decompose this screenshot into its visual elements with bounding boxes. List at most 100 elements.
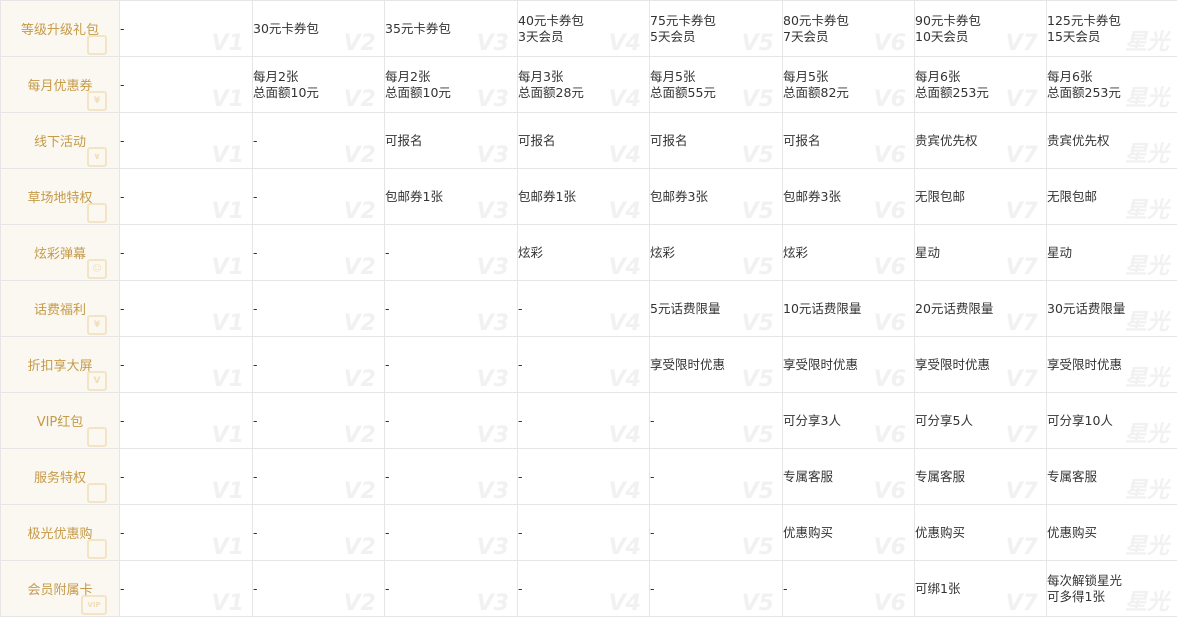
level-cell: - V5 [649, 392, 783, 449]
row-label-cell: 话费福利 ¥ [0, 280, 120, 337]
level-cell: - V3 [384, 392, 518, 449]
level-cell: - V5 [649, 504, 783, 561]
table-row: 等级升级礼包 - V1 30元卡券包 V2 35元卡券包 V3 40元卡券包 3天会员 V4 75… [0, 0, 1177, 57]
row-label-cell: 每月优惠券 ¥ [0, 56, 120, 113]
level-cell: 专属客服 V7 [914, 448, 1047, 505]
benefit-value: - [253, 524, 258, 540]
benefit-value: - [120, 76, 125, 92]
benefit-value: - [120, 20, 125, 36]
table-row: 会员附属卡 VIP - V1- V2- V3- V4- V5- V6 可绑1张 V7 每次解锁星光 可… [0, 560, 1177, 617]
benefit-value: 可分享10人 [1047, 412, 1113, 428]
table-row: 线下活动 ∨ - V1- V2 可报名 V3 可报名 V4 可报名 V5 可报名 V6 贵宾优先权 V7 贵宾… [0, 112, 1177, 169]
level-cell: 30元卡券包 V2 [252, 0, 385, 57]
level-cell: - V4 [517, 280, 650, 337]
level-cell: - V4 [517, 392, 650, 449]
level-cell: - V2 [252, 168, 385, 225]
level-cell: - V1 [119, 280, 253, 337]
benefit-value: - [253, 300, 258, 316]
benefit-value: - [650, 580, 655, 596]
tv-screen-icon: V [87, 371, 107, 391]
benefit-value: 20元话费限量 [915, 300, 994, 316]
gift-icon [87, 35, 107, 55]
benefit-name: 线下活动 [33, 135, 86, 150]
benefit-value: 享受限时优惠 [1047, 356, 1123, 372]
level-cell: 可报名 V6 [782, 112, 915, 169]
benefit-value: - [385, 468, 390, 484]
benefit-value: - [650, 468, 655, 484]
level-cell: 可报名 V3 [384, 112, 518, 169]
phone-credit-icon: ¥ [87, 315, 107, 335]
benefit-value: - [518, 580, 523, 596]
row-label-cell: 等级升级礼包 [0, 0, 120, 57]
level-cell: 80元卡券包 7天会员 V6 [782, 0, 915, 57]
benefit-value: 无限包邮 [1047, 188, 1098, 204]
benefit-value: 炫彩 [650, 244, 676, 260]
benefit-value: 每月5张 总面额55元 [650, 68, 716, 100]
level-cell: - V2 [252, 112, 385, 169]
level-cell: 30元话费限量 星光 [1046, 280, 1177, 337]
shopping-bag-icon [87, 203, 107, 223]
benefit-value: - [120, 356, 125, 372]
level-cell: 35元卡券包 V3 [384, 0, 518, 57]
benefit-value: - [120, 412, 125, 428]
table-row: 极光优惠购 - V1- V2- V3- V4- V5 优惠购买 V6 优惠购买 V7 优惠购买 星光 [0, 504, 1177, 561]
benefit-value: 每月3张 总面额28元 [518, 68, 584, 100]
row-label-cell: 折扣享大屏 V [0, 336, 120, 393]
level-cell: 炫彩 V6 [782, 224, 915, 281]
level-cell: 优惠购买 V6 [782, 504, 915, 561]
level-cell: - V1 [119, 56, 253, 113]
level-cell: - V1 [119, 392, 253, 449]
benefit-value: - [385, 524, 390, 540]
benefit-value: 包邮券1张 [518, 188, 576, 204]
level-cell: 包邮券3张 V6 [782, 168, 915, 225]
level-cell: - V4 [517, 336, 650, 393]
level-cell: 享受限时优惠 V5 [649, 336, 783, 393]
benefit-name: 会员附属卡 [27, 583, 93, 598]
benefit-value: - [120, 524, 125, 540]
level-cell: - V2 [252, 392, 385, 449]
benefit-value: 星动 [1047, 244, 1073, 260]
level-cell: - V2 [252, 280, 385, 337]
benefit-name: 每月优惠券 [27, 79, 93, 94]
benefit-value: 5元话费限量 [650, 300, 721, 316]
red-envelope-icon [87, 427, 107, 447]
level-cell: 10元话费限量 V6 [782, 280, 915, 337]
level-cell: 包邮券1张 V4 [517, 168, 650, 225]
level-cell: - V3 [384, 504, 518, 561]
benefit-value: 可报名 [783, 132, 821, 148]
level-cell: - V2 [252, 224, 385, 281]
benefit-value: 炫彩 [518, 244, 544, 260]
level-cell: 可报名 V4 [517, 112, 650, 169]
row-label-cell: 线下活动 ∨ [0, 112, 120, 169]
benefit-value: - [518, 300, 523, 316]
row-label-cell: 极光优惠购 [0, 504, 120, 561]
level-cell: - V5 [649, 560, 783, 617]
benefit-value: - [253, 580, 258, 596]
level-cell: - V1 [119, 0, 253, 57]
level-cell: 每次解锁星光 可多得1张 星光 [1046, 560, 1177, 617]
row-label-cell: 草场地特权 [0, 168, 120, 225]
benefit-value: 30元话费限量 [1047, 300, 1126, 316]
benefit-value: 优惠购买 [783, 524, 834, 540]
table-row: 炫彩弹幕 ☺ - V1- V2- V3 炫彩 V4 炫彩 V5 炫彩 V6 星动 V7 星动 星光 [0, 224, 1177, 281]
benefit-value: - [385, 300, 390, 316]
level-cell: - V4 [517, 448, 650, 505]
benefit-value: 10元话费限量 [783, 300, 862, 316]
level-cell: - V1 [119, 560, 253, 617]
benefit-name: 炫彩弹幕 [33, 247, 86, 262]
row-label-cell: 炫彩弹幕 ☺ [0, 224, 120, 281]
level-cell: 可绑1张 V7 [914, 560, 1047, 617]
yen-coupon-icon: ¥ [87, 91, 107, 111]
table-row: 每月优惠券 ¥ - V1 每月2张 总面额10元 V2 每月2张 总面额10元 V3 每月3张 … [0, 56, 1177, 113]
level-cell: - V2 [252, 504, 385, 561]
benefit-value: 炫彩 [783, 244, 809, 260]
level-cell: 包邮券3张 V5 [649, 168, 783, 225]
benefit-value: 包邮券3张 [650, 188, 708, 204]
level-cell: 享受限时优惠 星光 [1046, 336, 1177, 393]
level-cell: - V1 [119, 336, 253, 393]
benefit-value: 享受限时优惠 [650, 356, 726, 372]
level-cell: 包邮券1张 V3 [384, 168, 518, 225]
benefit-value: - [783, 580, 788, 596]
benefit-value: 每月6张 总面额253元 [1047, 68, 1121, 100]
benefit-value: 每月6张 总面额253元 [915, 68, 989, 100]
